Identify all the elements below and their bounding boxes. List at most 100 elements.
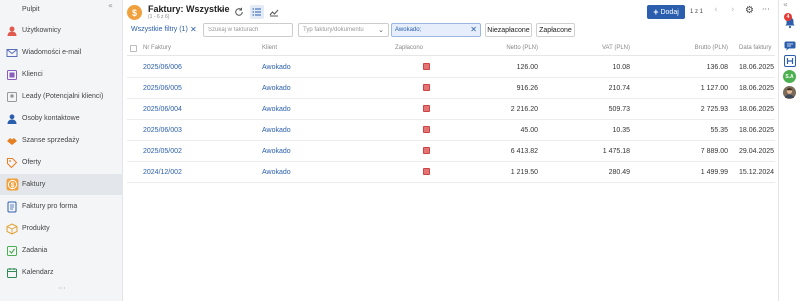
client-link[interactable]: Awokado bbox=[262, 148, 291, 155]
all-filters-link[interactable]: Wszystkie filtry (1) bbox=[131, 26, 188, 33]
offer-tag-icon bbox=[7, 157, 18, 168]
client-icon bbox=[7, 69, 17, 80]
net-amount: 6 413.82 bbox=[510, 148, 538, 155]
invoice-number-link[interactable]: 2025/06/006 bbox=[143, 64, 182, 71]
invoice-number-link[interactable]: 2025/05/002 bbox=[143, 148, 182, 155]
client-filter-clear-icon[interactable]: ✕ bbox=[470, 25, 477, 34]
sidebar-item-invoices[interactable]: $ Faktury bbox=[0, 174, 123, 195]
column-header-vat[interactable]: VAT (PLN) bbox=[602, 45, 630, 51]
clear-filters-icon[interactable]: ✕ bbox=[190, 25, 197, 34]
sidebar-item-label: Kalendarz bbox=[22, 269, 54, 276]
invoice-date: 18.06.2025 bbox=[739, 85, 775, 92]
invoice-type-select[interactable]: Typ faktury/dokumentu ⌄ bbox=[298, 23, 389, 37]
sidebar-item-offers[interactable]: Oferty bbox=[0, 152, 123, 173]
client-filter-field[interactable]: Awokado; ✕ bbox=[391, 23, 481, 37]
table-row[interactable]: 2025/06/005 Awokado 916.26 210.74 1 127.… bbox=[127, 78, 775, 99]
add-invoice-button[interactable]: + Dodaj bbox=[647, 5, 685, 19]
plus-icon: + bbox=[653, 7, 659, 17]
column-header-date[interactable]: Data faktury bbox=[739, 45, 771, 51]
rail-collapse-button[interactable]: « bbox=[783, 0, 788, 9]
column-header-client[interactable]: Klient bbox=[262, 45, 277, 51]
sidebar-item-opportunities[interactable]: Szanse sprzedaży bbox=[0, 130, 123, 151]
sidebar-item-label: Wiadomości e-mail bbox=[22, 49, 82, 56]
sidebar-item-email[interactable]: Wiadomości e-mail bbox=[0, 42, 123, 63]
sidebar-item-contacts[interactable]: Osoby kontaktowe bbox=[0, 108, 123, 129]
sidebar-item-label: Produkty bbox=[22, 225, 50, 232]
chat-button[interactable] bbox=[784, 38, 796, 51]
table-row[interactable]: 2025/06/003 Awokado 45.00 10.35 55.35 18… bbox=[127, 120, 775, 141]
client-link[interactable]: Awokado bbox=[262, 64, 291, 71]
unpaid-status-indicator bbox=[423, 105, 430, 112]
table-row[interactable]: 2024/12/002 Awokado 1 219.50 280.49 1 49… bbox=[127, 162, 775, 183]
column-header-number[interactable]: Nr Faktury bbox=[143, 45, 171, 51]
table-row[interactable]: 2025/06/004 Awokado 2 216.20 509.73 2 72… bbox=[127, 99, 775, 120]
column-header-paid[interactable]: Zapłacono bbox=[395, 45, 423, 51]
client-link[interactable]: Awokado bbox=[262, 85, 291, 92]
user-avatar[interactable] bbox=[783, 86, 796, 99]
chat-icon bbox=[784, 41, 796, 51]
sidebar-item-tasks[interactable]: Zadania bbox=[0, 240, 123, 261]
invoice-date: 29.04.2025 bbox=[739, 148, 775, 155]
sidebar-item-label: Oferty bbox=[22, 159, 42, 166]
gross-amount: 1 127.00 bbox=[700, 85, 728, 92]
invoice-number-link[interactable]: 2025/06/003 bbox=[143, 127, 182, 134]
vat-amount: 10.08 bbox=[612, 64, 630, 71]
more-options-button[interactable]: ··· bbox=[762, 5, 770, 14]
list-view-button[interactable] bbox=[250, 5, 264, 19]
next-page-button[interactable]: › bbox=[731, 5, 735, 15]
sidebar-item-label: Pulpit bbox=[22, 6, 40, 13]
sidebar-item-products[interactable]: Produkty bbox=[0, 218, 123, 239]
notifications-button[interactable]: 4 bbox=[784, 13, 796, 29]
svg-text:$: $ bbox=[11, 182, 15, 189]
net-amount: 2 216.20 bbox=[510, 106, 538, 113]
client-link[interactable]: Awokado bbox=[262, 127, 291, 134]
prev-page-button[interactable]: ‹ bbox=[714, 5, 718, 15]
vat-amount: 10.35 bbox=[612, 127, 630, 134]
refresh-button[interactable] bbox=[232, 5, 246, 19]
lead-icon bbox=[7, 91, 17, 102]
sidebar-item-clients[interactable]: Klienci bbox=[0, 64, 123, 85]
search-input[interactable] bbox=[203, 23, 293, 37]
invoice-module-icon: $ bbox=[127, 5, 142, 20]
invoice-date: 18.06.2025 bbox=[739, 106, 775, 113]
task-check-icon bbox=[7, 245, 17, 256]
unpaid-status-indicator bbox=[423, 63, 430, 70]
paid-filter-button[interactable]: Zapłacone bbox=[536, 23, 575, 37]
sidebar-more-button[interactable]: ··· bbox=[58, 284, 66, 293]
net-amount: 1 219.50 bbox=[510, 169, 538, 176]
gross-amount: 136.08 bbox=[706, 64, 728, 71]
select-all-checkbox[interactable] bbox=[130, 45, 137, 52]
sidebar-item-proforma[interactable]: Faktury pro forma bbox=[0, 196, 123, 217]
sidebar: « Pulpit Użytkownicy Wiadomości e-mail K… bbox=[0, 0, 123, 301]
sidebar-item-calendar[interactable]: Kalendarz bbox=[0, 262, 123, 283]
invoice-number-link[interactable]: 2024/12/002 bbox=[143, 169, 182, 176]
gross-amount: 7 889.00 bbox=[700, 148, 728, 155]
client-link[interactable]: Awokado bbox=[262, 169, 291, 176]
sidebar-item-leads[interactable]: Leady (Potencjalni klienci) bbox=[0, 86, 123, 107]
column-header-net[interactable]: Netto (PLN) bbox=[506, 45, 538, 51]
sidebar-item-label: Użytkownicy bbox=[22, 27, 61, 34]
unpaid-filter-button[interactable]: Niezapłacone bbox=[485, 23, 532, 37]
user-initials-badge[interactable]: S.A bbox=[783, 70, 796, 83]
invoice-number-link[interactable]: 2025/06/005 bbox=[143, 85, 182, 92]
record-count: (1 - 6 z 6) bbox=[148, 14, 170, 20]
app: « Pulpit Użytkownicy Wiadomości e-mail K… bbox=[0, 0, 800, 301]
invoice-date: 18.06.2025 bbox=[739, 64, 775, 71]
table-row[interactable]: 2025/06/006 Awokado 126.00 10.08 136.08 … bbox=[127, 57, 775, 78]
sidebar-item-pulpit[interactable]: Pulpit bbox=[0, 0, 123, 20]
board-icon bbox=[784, 55, 796, 67]
sidebar-item-users[interactable]: Użytkownicy bbox=[0, 20, 123, 41]
settings-gear-icon[interactable]: ⚙ bbox=[745, 5, 754, 16]
invoice-number-link[interactable]: 2025/06/004 bbox=[143, 106, 182, 113]
view-dropdown-caret-icon[interactable]: ⌄ bbox=[218, 4, 225, 13]
column-header-gross[interactable]: Brutto (PLN) bbox=[695, 45, 728, 51]
vat-amount: 509.73 bbox=[608, 106, 630, 113]
chart-view-button[interactable] bbox=[267, 5, 281, 19]
paid-filter-label: Zapłacone bbox=[539, 26, 572, 34]
sidebar-item-label: Osoby kontaktowe bbox=[22, 115, 80, 122]
table-row[interactable]: 2025/05/002 Awokado 6 413.82 1 475.18 7 … bbox=[127, 141, 775, 162]
right-rail: « 4 S.A bbox=[778, 0, 800, 301]
sidebar-item-label: Klienci bbox=[22, 71, 43, 78]
board-button[interactable] bbox=[784, 54, 796, 67]
client-link[interactable]: Awokado bbox=[262, 106, 291, 113]
